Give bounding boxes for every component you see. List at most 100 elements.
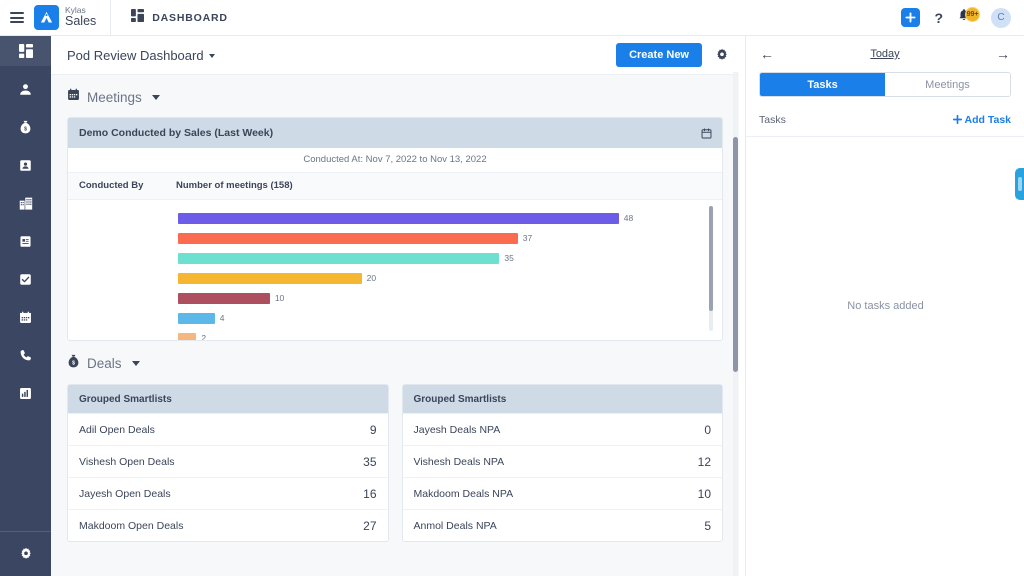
page-title-text: Pod Review Dashboard [67, 48, 204, 63]
meetings-card-title: Demo Conducted by Sales (Last Week) [79, 127, 273, 139]
section-deals-label: Deals [87, 356, 122, 371]
avatar[interactable]: C [991, 8, 1011, 28]
sidebar-item-companies[interactable] [0, 188, 51, 218]
bar[interactable] [178, 313, 215, 324]
bar-row[interactable]: 2 [68, 328, 708, 340]
tasks-subheader: Tasks Add Task [746, 103, 1024, 137]
bar-row[interactable]: 20 [68, 268, 708, 288]
dashboard-header: Pod Review Dashboard Create New [51, 36, 739, 75]
table-row[interactable]: Vishesh Open Deals35 [68, 445, 388, 477]
deal-name: Jayesh Open Deals [79, 488, 363, 500]
table-row[interactable]: Anmol Deals NPA5 [403, 509, 723, 541]
section-meetings-label: Meetings [87, 90, 142, 105]
svg-text:$: $ [72, 360, 75, 366]
deal-value: 0 [704, 423, 711, 437]
right-panel: ← Today → Tasks Meetings Tasks Add Task … [745, 36, 1024, 576]
bar-row[interactable]: 35 [68, 248, 708, 268]
left-sidebar: $ [0, 36, 51, 576]
conducted-at-label: Conducted At: Nov 7, 2022 to Nov 13, 202… [68, 148, 722, 173]
bar[interactable] [178, 273, 362, 284]
sidebar-item-calendar[interactable] [0, 302, 51, 332]
nav-dashboard[interactable]: DASHBOARD [111, 9, 227, 27]
svg-text:$: $ [24, 126, 27, 132]
bar-row[interactable]: 48 [68, 208, 708, 228]
hamburger-icon[interactable] [10, 12, 24, 23]
nav-dashboard-label: DASHBOARD [152, 12, 227, 24]
bar-value-label: 4 [220, 313, 225, 323]
notification-badge: 99+ [965, 7, 980, 22]
grid-icon [19, 44, 33, 58]
brand[interactable]: Kylas Sales [34, 5, 110, 30]
plus-icon [953, 115, 962, 124]
side-drawer-handle[interactable] [1015, 168, 1024, 200]
contact-card-icon [19, 159, 32, 172]
gear-icon [19, 547, 33, 561]
page-title[interactable]: Pod Review Dashboard [67, 48, 215, 63]
tasks-list-label: Tasks [759, 114, 786, 126]
sidebar-item-tasks[interactable] [0, 264, 51, 294]
arrow-left-icon[interactable]: ← [760, 47, 774, 61]
main-scrollbar[interactable] [733, 72, 738, 576]
money-bag-icon: $ [67, 354, 80, 373]
deal-name: Vishesh Open Deals [79, 456, 363, 468]
arrow-right-icon[interactable]: → [996, 47, 1010, 61]
bar[interactable] [178, 233, 518, 244]
table-row[interactable]: Vishesh Deals NPA12 [403, 445, 723, 477]
section-meetings-header[interactable]: Meetings [51, 75, 739, 117]
add-button[interactable] [901, 8, 920, 27]
bar-row[interactable]: 37 [68, 228, 708, 248]
table-row[interactable]: Jayesh Open Deals16 [68, 477, 388, 509]
sidebar-item-leads[interactable] [0, 74, 51, 104]
deal-name: Vishesh Deals NPA [414, 456, 698, 468]
table-row[interactable]: Makdoom Open Deals27 [68, 509, 388, 541]
tab-meetings[interactable]: Meetings [885, 73, 1010, 96]
deal-name: Adil Open Deals [79, 424, 370, 436]
today-label[interactable]: Today [774, 48, 996, 60]
table-row[interactable]: Makdoom Deals NPA10 [403, 477, 723, 509]
deals-table-1: Grouped SmartlistsAdil Open Deals9Vishes… [67, 384, 389, 542]
deal-value: 27 [363, 519, 376, 533]
sidebar-item-contacts[interactable] [0, 150, 51, 180]
bar-row[interactable]: 10 [68, 288, 708, 308]
bar-value-label: 20 [367, 273, 376, 283]
person-icon [19, 83, 32, 96]
sidebar-item-deals[interactable]: $ [0, 112, 51, 142]
sidebar-item-reports[interactable] [0, 378, 51, 408]
dashboard-settings-button[interactable] [715, 48, 729, 62]
gear-icon [715, 48, 729, 62]
create-new-button[interactable]: Create New [616, 43, 702, 67]
section-deals-header[interactable]: $ Deals [51, 341, 739, 384]
panel-tabs: Tasks Meetings [759, 72, 1011, 97]
chart-scrollbar[interactable] [709, 206, 713, 331]
chevron-down-icon[interactable] [152, 95, 160, 100]
grid-icon [131, 9, 144, 27]
bar[interactable] [178, 213, 619, 224]
checkbox-icon [19, 273, 32, 286]
sidebar-item-calls[interactable] [0, 340, 51, 370]
plus-icon [905, 12, 916, 23]
tab-tasks[interactable]: Tasks [760, 73, 885, 96]
sidebar-item-settings[interactable] [0, 532, 51, 576]
chevron-down-icon[interactable] [132, 361, 140, 366]
bar[interactable] [178, 253, 499, 264]
kylas-logo-icon [34, 5, 59, 30]
help-button[interactable]: ? [934, 10, 943, 26]
top-bar: Kylas Sales DASHBOARD ? 99+ [0, 0, 1024, 36]
bar-row[interactable]: 4 [68, 308, 708, 328]
bar-value-label: 37 [523, 233, 532, 243]
add-task-button[interactable]: Add Task [953, 114, 1011, 126]
bar[interactable] [178, 333, 196, 341]
bar[interactable] [178, 293, 270, 304]
sidebar-item-dashboard[interactable] [0, 36, 51, 66]
calendar-icon[interactable] [701, 128, 712, 139]
calendar-icon [19, 311, 32, 324]
notifications-button[interactable]: 99+ [957, 8, 977, 27]
sidebar-item-quotes[interactable] [0, 226, 51, 256]
calendar-icon [67, 88, 80, 106]
date-nav: ← Today → [746, 36, 1024, 72]
table-row[interactable]: Adil Open Deals9 [68, 413, 388, 445]
table-row[interactable]: Jayesh Deals NPA0 [403, 413, 723, 445]
add-task-label: Add Task [965, 114, 1011, 126]
clipboard-icon [19, 235, 32, 248]
deal-value: 16 [363, 487, 376, 501]
